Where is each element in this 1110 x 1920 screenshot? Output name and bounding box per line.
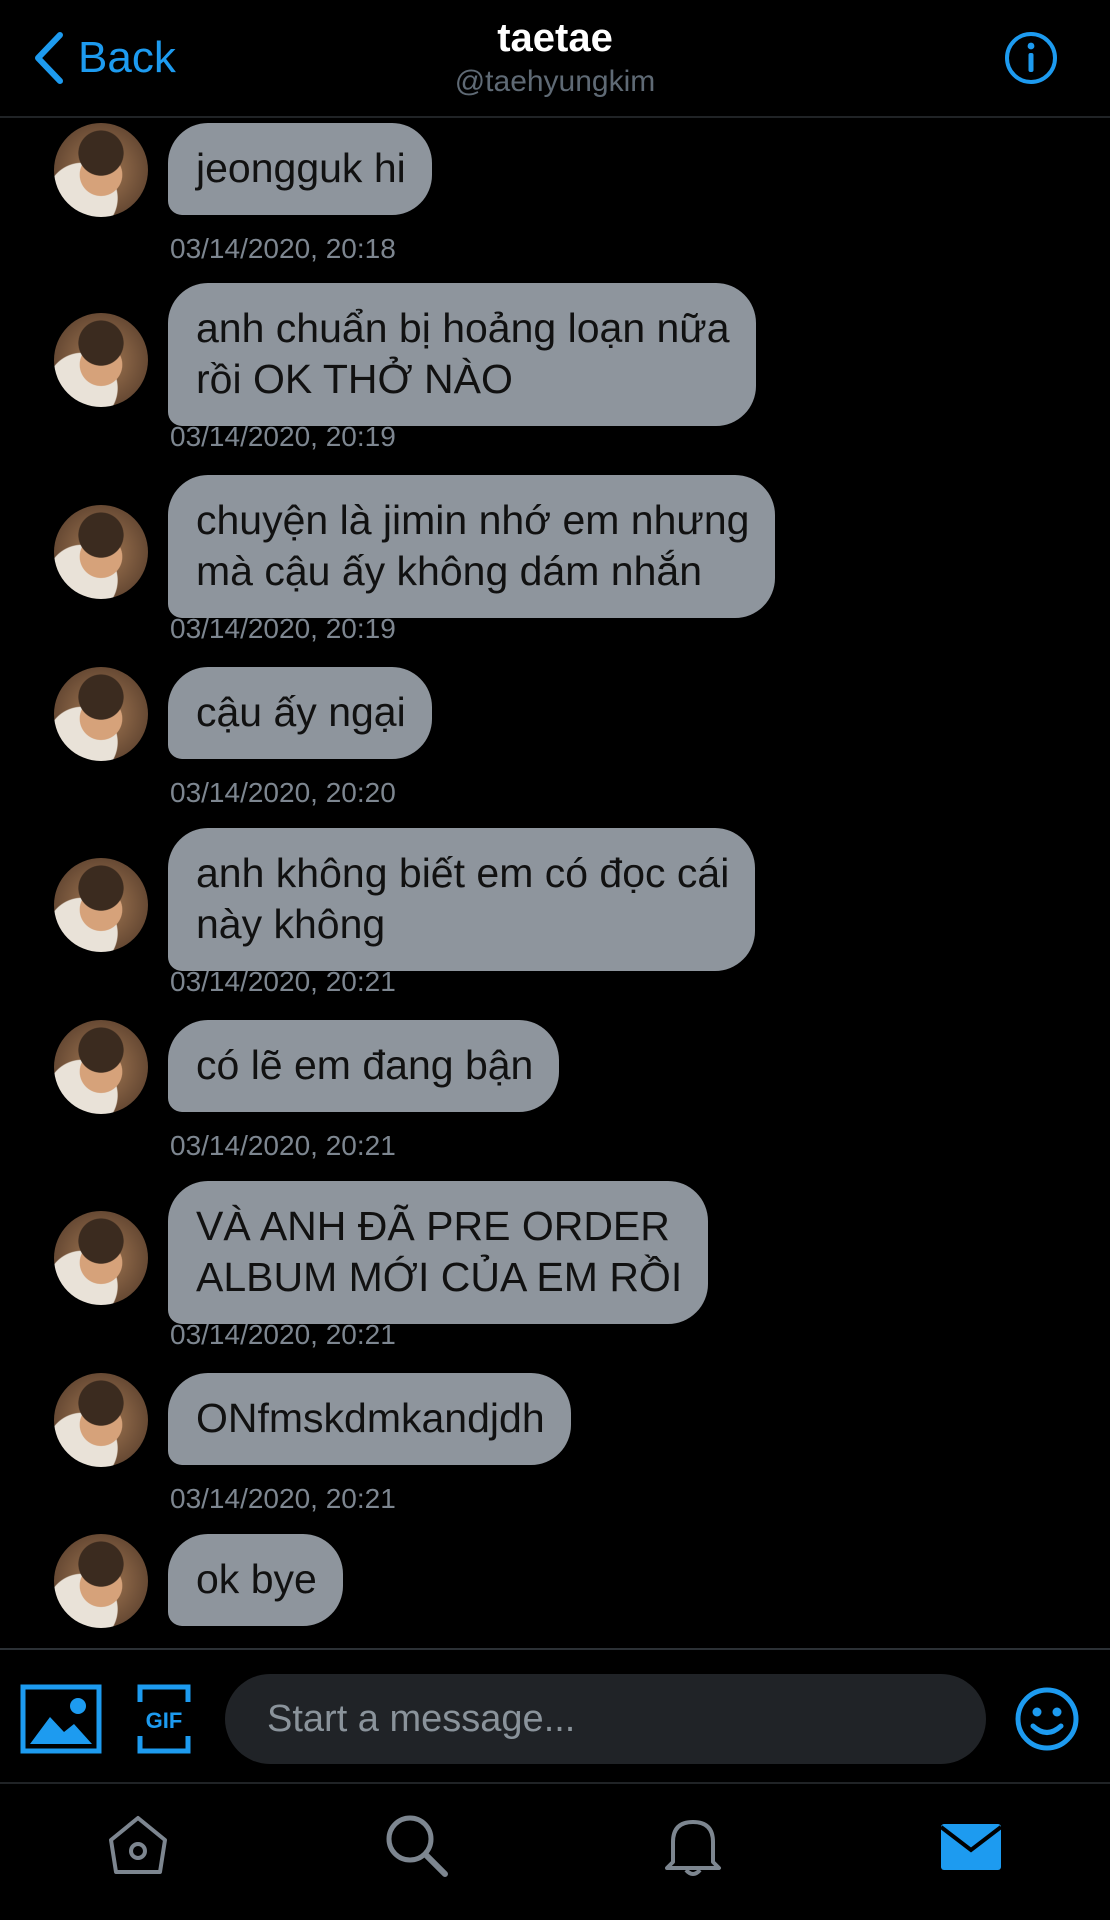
image-icon[interactable] [20,1684,102,1754]
avatar[interactable] [54,313,148,407]
search-icon[interactable] [381,1810,451,1880]
svg-text:GIF: GIF [146,1708,183,1733]
message-timestamp: 03/14/2020, 20:20 [170,777,396,808]
message-thread[interactable]: jeongguk hi 03/14/2020, 20:18 anh chuẩn … [0,120,1110,1648]
bottom-tab-bar [0,1784,1110,1920]
message-timestamp: 03/14/2020, 20:21 [170,1130,396,1161]
message-bubble[interactable]: cậu ấy ngại [168,667,432,759]
avatar[interactable] [54,858,148,952]
home-icon[interactable] [103,1810,173,1880]
conversation-title: taetae [497,16,613,60]
mail-icon[interactable] [936,1810,1006,1880]
avatar[interactable] [54,667,148,761]
message-bubble[interactable]: anh không biết em có đọc cái này không [168,828,756,971]
message-bubble[interactable]: ok bye [168,1534,343,1626]
avatar[interactable] [54,123,148,217]
message-input[interactable] [225,1674,986,1764]
avatar[interactable] [54,505,148,599]
conversation-header: Back taetae @taehyungkim [0,0,1110,118]
conversation-handle: @taehyungkim [454,65,656,98]
message-bubble[interactable]: có lẽ em đang bận [168,1020,560,1112]
message-timestamp: 03/14/2020, 20:21 [170,966,396,997]
message-timestamp: 03/14/2020, 20:21 [170,1319,396,1350]
avatar[interactable] [54,1211,148,1305]
message-bubble[interactable]: VÀ ANH ĐÃ PRE ORDER ALBUM MỚI CỦA EM RỒI [168,1181,709,1324]
message-timestamp: 03/14/2020, 20:18 [170,233,396,264]
info-icon[interactable] [1004,31,1058,85]
avatar[interactable] [54,1020,148,1114]
message-bubble[interactable]: ONfmskdmkandjdh [168,1373,571,1465]
avatar[interactable] [54,1534,148,1628]
message-bubble[interactable]: anh chuẩn bị hoảng loạn nữa rồi OK THỞ N… [168,283,756,426]
conversation-title-block: taetae @taehyungkim [0,16,1110,99]
message-timestamp: 03/14/2020, 20:21 [170,1483,396,1514]
smiley-icon[interactable] [1014,1686,1080,1752]
message-bubble[interactable]: chuyện là jimin nhớ em nhưng mà cậu ấy k… [168,475,776,618]
message-timestamp: 03/14/2020, 20:19 [170,421,396,452]
message-composer: GIF [0,1648,1110,1784]
bell-icon[interactable] [658,1810,728,1880]
message-timestamp: 03/14/2020, 20:19 [170,613,396,644]
gif-icon[interactable]: GIF [137,1684,191,1754]
message-bubble[interactable]: jeongguk hi [168,123,432,215]
avatar[interactable] [54,1373,148,1467]
